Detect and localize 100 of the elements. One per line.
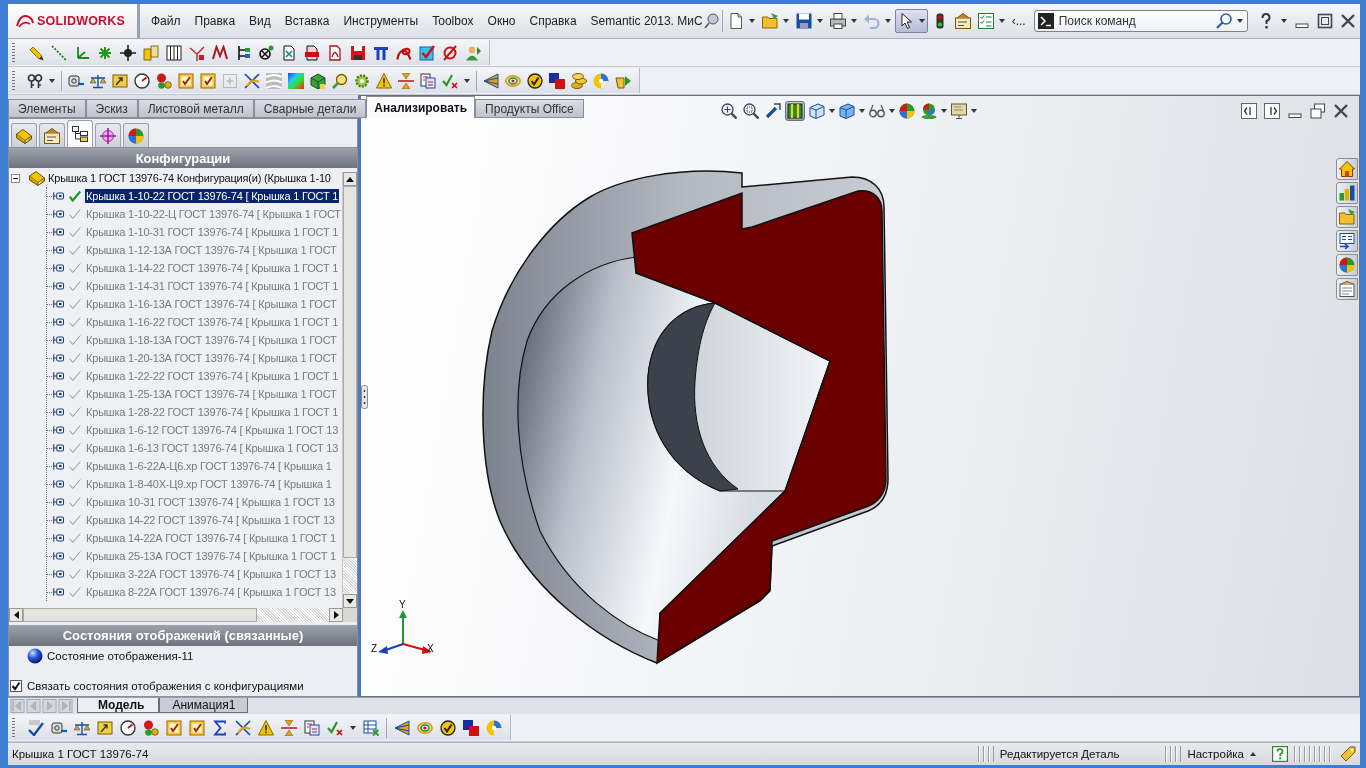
tick-icon[interactable] [28, 719, 44, 736]
configuration-item[interactable]: Крышка 1-28-22 ГОСТ 13976-74 [ Крышка 1 ГОСТ 1 [85, 405, 340, 419]
caret-icon[interactable] [998, 19, 1005, 23]
configuration-item[interactable]: Крышка 1-8-40Х-Ц9.хр ГОСТ 13976-74 [ Крышка 1 [85, 477, 333, 491]
magnifier-icon[interactable] [703, 13, 720, 29]
configuration-item[interactable]: Крышка 1-12-13А ГОСТ 13976-74 [ Крышка 1 ГОСТ [85, 243, 338, 257]
configuration-item[interactable]: Крышка 8-22А ГОСТ 13976-74 [ Крышка 1 ГОСТ 13 [85, 585, 337, 599]
display-state-item[interactable]: Состояние отображения-11 [47, 650, 194, 662]
panel-tab[interactable] [67, 120, 93, 147]
restore-icon[interactable] [1310, 103, 1326, 119]
caret-icon[interactable] [1236, 19, 1243, 23]
toolbar-button[interactable] [27, 72, 43, 89]
units-menu[interactable]: Настройка [1187, 748, 1244, 760]
maximize-icon[interactable] [1316, 13, 1333, 29]
configuration-item[interactable]: Крышка 1-6-13 ГОСТ 13976-74 [ Крышка 1 ГОСТ 13 [85, 441, 340, 455]
warning-icon[interactable] [258, 719, 274, 736]
view-button[interactable] [785, 101, 805, 121]
caret-icon[interactable] [1280, 19, 1287, 23]
toolbar-button[interactable] [200, 72, 216, 89]
crossing-arrows-icon[interactable] [235, 719, 251, 736]
toolbar-button[interactable] [549, 72, 565, 89]
caret-icon[interactable] [350, 725, 356, 730]
pencil-icon[interactable] [28, 44, 44, 61]
panel-tab[interactable] [11, 123, 37, 147]
check-circle-icon[interactable] [440, 719, 456, 736]
configuration-item[interactable]: Крышка 14-22А ГОСТ 13976-74 [ Крышка 1 ГОСТ 1 [85, 531, 337, 545]
configuration-item[interactable]: Крышка 1-18-13А ГОСТ 13976-74 [ Крышка 1 ГОСТ [85, 333, 338, 347]
check-cross-icon[interactable] [327, 719, 343, 736]
toolbar-button[interactable] [134, 72, 150, 89]
command-tab[interactable]: Эскиз [85, 99, 138, 118]
toolbar-button[interactable] [483, 72, 499, 89]
configuration-item[interactable]: Крышка 1-14-22 ГОСТ 13976-74 [ Крышка 1 ГОСТ 1 [85, 261, 340, 275]
overflow-menu[interactable]: ‹... [1008, 14, 1029, 28]
configuration-item[interactable]: Крышка 1-10-31 ГОСТ 13976-74 [ Крышка 1 ГОСТ 1 [85, 225, 340, 239]
help-box-icon[interactable] [1272, 746, 1288, 762]
toolbar-button[interactable] [112, 72, 128, 89]
checkbox-icon[interactable] [419, 44, 435, 61]
table-icon[interactable] [363, 719, 379, 736]
pillars-icon[interactable] [373, 44, 389, 61]
tag-icon[interactable] [1340, 746, 1356, 762]
overlapping-squares-icon[interactable] [463, 719, 479, 736]
menu-item[interactable]: Toolbox [432, 14, 474, 28]
menu-item[interactable]: Окно [487, 14, 516, 28]
scroll-down-icon[interactable] [346, 598, 354, 604]
toolbar-button[interactable] [178, 72, 194, 89]
toolbar-button[interactable] [244, 72, 260, 89]
configuration-item[interactable]: Крышка 1-16-22 ГОСТ 13976-74 [ Крышка 1 ГОСТ 1 [85, 315, 340, 329]
caret-icon[interactable] [748, 19, 755, 23]
scroll-right-icon[interactable] [333, 611, 339, 619]
caret-icon[interactable] [816, 19, 823, 23]
tick-box-icon[interactable] [189, 719, 205, 736]
menu-item[interactable]: Semantic 2013. МиС [590, 14, 703, 28]
tree-root[interactable]: Крышка 1 ГОСТ 13976-74 Конфигурация(и) (Крышка 1-10 [48, 172, 331, 184]
caret-icon[interactable] [941, 109, 947, 113]
caret-icon[interactable] [850, 19, 857, 23]
dashed-line-icon[interactable] [51, 44, 67, 61]
vertical-scrollbar[interactable] [342, 172, 357, 608]
blocks-icon[interactable] [143, 44, 159, 61]
task-pane-tab[interactable] [1336, 206, 1358, 228]
configuration-item[interactable]: Крышка 1-20-13А ГОСТ 13976-74 [ Крышка 1 ГОСТ [85, 351, 338, 365]
toolbar-button[interactable] [310, 72, 326, 89]
columns-icon[interactable] [166, 44, 182, 61]
rings-icon[interactable] [417, 719, 433, 736]
task-pane-tab[interactable] [1336, 230, 1358, 252]
axes-icon[interactable] [74, 44, 90, 61]
asterisk-icon[interactable] [97, 44, 113, 61]
menu-item[interactable]: Вид [249, 14, 271, 28]
toolbar-button[interactable] [894, 9, 928, 33]
prohibited-icon[interactable] [442, 44, 458, 61]
search-icon[interactable] [1215, 13, 1232, 29]
converging-arrows-icon[interactable] [281, 719, 297, 736]
document-icon[interactable] [304, 44, 320, 61]
model-tab[interactable]: Модель [77, 698, 160, 713]
view-button[interactable] [807, 101, 827, 121]
crossed-circle-icon[interactable] [258, 44, 274, 61]
scroll-thumb[interactable] [23, 608, 257, 622]
sigma-icon[interactable] [212, 719, 228, 736]
caret-icon[interactable] [829, 109, 835, 113]
bracket-right-icon[interactable] [1264, 103, 1280, 119]
menu-item[interactable]: Справка [529, 14, 577, 28]
caret-icon[interactable] [49, 78, 55, 83]
zigzag-icon[interactable] [212, 44, 228, 61]
caret-icon[interactable] [889, 109, 895, 113]
configuration-item[interactable]: Крышка 14-22 ГОСТ 13976-74 [ Крышка 1 ГОСТ 13 [85, 513, 336, 527]
toolbar-button[interactable] [376, 72, 392, 89]
command-tab[interactable]: Элементы [8, 99, 86, 118]
configuration-item[interactable]: Крышка 25-13А ГОСТ 13976-74 [ Крышка 1 ГОСТ 1 [85, 549, 337, 563]
configuration-item[interactable]: Крышка 1-10-22 ГОСТ 13976-74 [ Крышка 1 ГОСТ 1 [85, 189, 340, 203]
command-tab[interactable]: Сварные детали [253, 99, 367, 118]
scroll-thumb[interactable] [343, 186, 357, 558]
view-button[interactable] [949, 101, 969, 121]
document-icon[interactable] [327, 44, 343, 61]
caret-up-icon[interactable] [1250, 752, 1256, 756]
splitter-handle-icon[interactable] [361, 385, 368, 409]
configuration-item[interactable]: Крышка 1-25-13А ГОСТ 13976-74 [ Крышка 1 ГОСТ [85, 387, 338, 401]
configuration-item[interactable]: Крышка 1-10-22-Ц ГОСТ 13976-74 [ Крышка 1 ГОСТ [85, 207, 342, 221]
configuration-item[interactable]: Крышка 10-31 ГОСТ 13976-74 [ Крышка 1 ГОСТ 13 [85, 495, 336, 509]
compare-documents-icon[interactable] [304, 719, 320, 736]
command-search-field[interactable]: Поиск команд [1058, 14, 1211, 28]
checkbox-label[interactable]: Связать состояния отображения с конфигурациями [27, 680, 304, 692]
